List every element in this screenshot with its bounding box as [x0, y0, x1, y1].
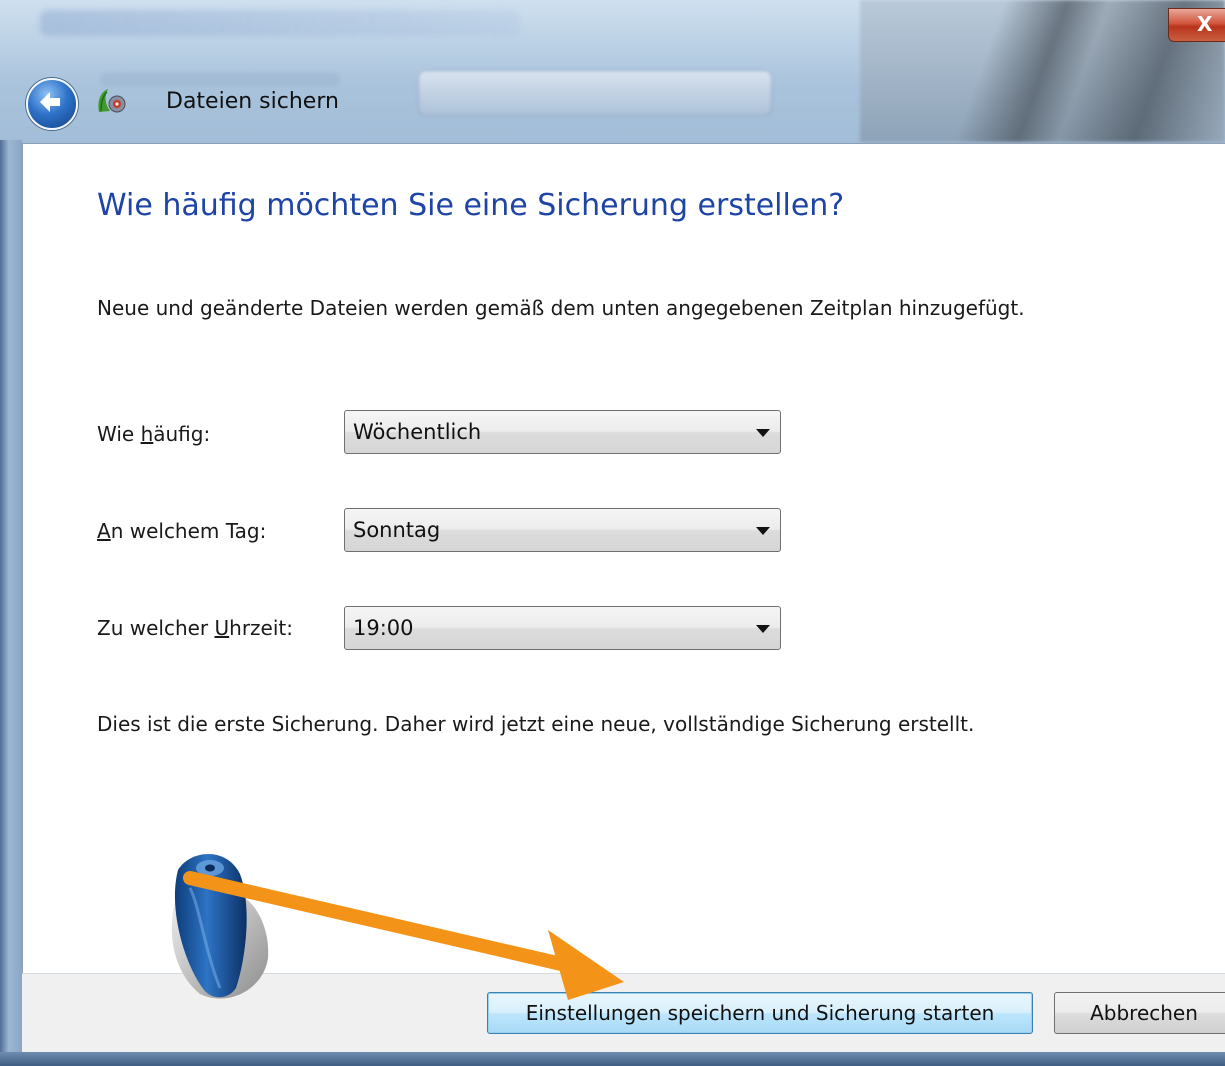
- frequency-value: Wöchentlich: [353, 420, 482, 444]
- time-dropdown[interactable]: 19:00: [344, 606, 781, 650]
- day-value: Sonntag: [353, 518, 441, 542]
- access-key: h: [140, 422, 154, 446]
- access-key: U: [214, 616, 230, 640]
- background-blur-button: [418, 70, 772, 116]
- day-label: An welchem Tag:: [97, 519, 267, 543]
- intro-text: Neue und geänderte Dateien werden gemäß …: [97, 296, 1025, 320]
- first-backup-note: Dies ist die erste Sicherung. Daher wird…: [97, 712, 975, 736]
- day-dropdown[interactable]: Sonntag: [344, 508, 781, 552]
- window-frame-left: [0, 140, 22, 1066]
- back-arrow-icon: [40, 92, 60, 112]
- background-blur-title: [40, 10, 520, 36]
- back-button[interactable]: [26, 78, 78, 130]
- cancel-button[interactable]: Abbrechen: [1054, 992, 1225, 1034]
- window-header-title: Dateien sichern: [166, 89, 339, 114]
- background-blur-text: [100, 72, 340, 86]
- chevron-down-icon: [756, 527, 770, 535]
- access-key: A: [97, 519, 111, 543]
- time-label: Zu welcher Uhrzeit:: [97, 616, 293, 640]
- frequency-dropdown[interactable]: Wöchentlich: [344, 410, 781, 454]
- close-button[interactable]: X: [1168, 8, 1225, 42]
- page-heading: Wie häufig möchten Sie eine Sicherung er…: [97, 188, 845, 223]
- backup-app-icon: [98, 89, 126, 113]
- frequency-label: Wie häufig:: [97, 422, 211, 446]
- mouse-illustration: [171, 854, 269, 999]
- chevron-down-icon: [756, 625, 770, 633]
- save-and-start-button[interactable]: Einstellungen speichern und Sicherung st…: [487, 992, 1033, 1034]
- window-frame-bottom: [0, 1052, 1225, 1066]
- time-value: 19:00: [353, 616, 414, 640]
- chevron-down-icon: [756, 429, 770, 437]
